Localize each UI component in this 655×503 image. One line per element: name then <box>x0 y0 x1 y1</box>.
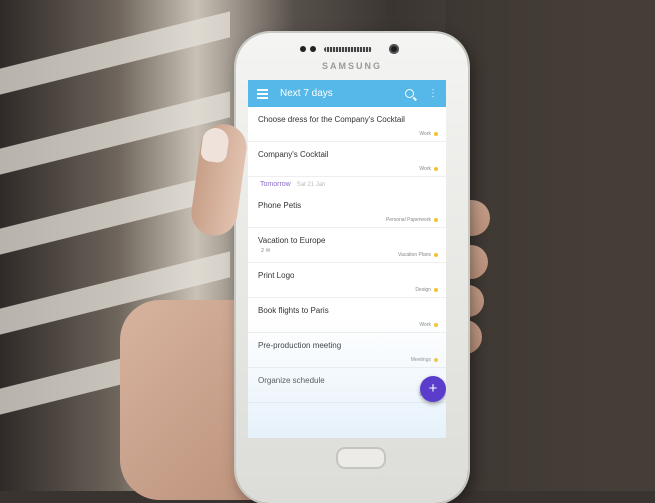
project-label: Design <box>415 287 431 293</box>
app-screen: Next 7 days ⋮ Choose dress for the Compa… <box>248 80 446 438</box>
project-label: Personal Paperwork <box>385 217 431 223</box>
project-dot-icon <box>434 358 438 362</box>
task-title: Organize schedule <box>258 376 325 385</box>
task-list: Choose dress for the Company's Cocktail … <box>248 107 446 403</box>
project-dot-icon <box>434 323 438 327</box>
section-date: Sat 21 Jan <box>296 182 326 188</box>
task-row[interactable]: Vacation to Europe 2 ✉ Vacation Plans <box>248 228 446 263</box>
front-camera <box>389 44 399 54</box>
app-bar: Next 7 days ⋮ <box>248 80 446 107</box>
project-label: Vacation Plans <box>398 252 431 258</box>
task-row[interactable]: Choose dress for the Company's Cocktail … <box>248 107 446 142</box>
task-project: Work <box>419 131 438 137</box>
add-task-button[interactable]: + <box>420 376 446 402</box>
project-dot-icon <box>434 167 438 171</box>
section-header-tomorrow: Tomorrow Sat 21 Jan <box>248 177 446 193</box>
task-title: Company's Cocktail <box>258 150 329 159</box>
task-row[interactable]: Organize schedule Work <box>248 368 446 403</box>
project-label: Work <box>419 131 431 137</box>
project-label: Work <box>419 322 431 328</box>
project-label: Work <box>419 166 431 172</box>
task-title: Phone Petis <box>258 201 302 210</box>
task-title: Choose dress for the Company's Cocktail <box>258 115 405 124</box>
task-row[interactable]: Book flights to Paris Work <box>248 298 446 333</box>
hamburger-menu-icon[interactable] <box>257 88 268 99</box>
home-button[interactable] <box>336 447 386 469</box>
light-sensor <box>310 46 316 52</box>
page-title: Next 7 days <box>280 88 333 99</box>
earpiece-speaker <box>324 47 372 52</box>
task-row[interactable]: Print Logo Design <box>248 263 446 298</box>
task-note: 2 ✉ <box>261 248 271 254</box>
project-dot-icon <box>434 218 438 222</box>
background-stripe <box>0 11 230 95</box>
task-title: Print Logo <box>258 271 295 280</box>
project-label: Meetings <box>410 357 431 363</box>
task-row[interactable]: Company's Cocktail Work <box>248 142 446 177</box>
task-project: Personal Paperwork <box>386 217 438 223</box>
task-title: Book flights to Paris <box>258 306 329 315</box>
task-row[interactable]: Pre-production meeting Meetings <box>248 333 446 368</box>
background-stripe <box>0 91 230 175</box>
search-icon[interactable] <box>405 89 414 98</box>
task-project: Design <box>415 287 438 293</box>
brand-logo: SAMSUNG <box>321 61 382 71</box>
overflow-menu-icon[interactable]: ⋮ <box>428 88 438 99</box>
task-title: Pre-production meeting <box>258 341 342 350</box>
project-dot-icon <box>434 253 438 257</box>
project-dot-icon <box>434 288 438 292</box>
task-project: Work <box>419 166 438 172</box>
task-title: Vacation to Europe <box>258 236 326 245</box>
project-dot-icon <box>434 132 438 136</box>
task-row[interactable]: Phone Petis Personal Paperwork <box>248 193 446 228</box>
task-project: Vacation Plans <box>398 252 438 258</box>
section-label: Tomorrow <box>260 181 291 188</box>
proximity-sensor <box>300 46 306 52</box>
task-project: Meetings <box>411 357 438 363</box>
task-project: Work <box>419 322 438 328</box>
